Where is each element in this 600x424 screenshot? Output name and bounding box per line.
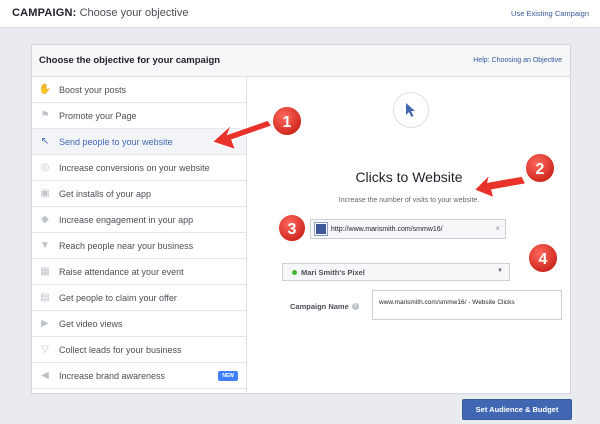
objective-item[interactable]: ▶ Get video views [32, 311, 246, 337]
objective-item[interactable]: ↖ Send people to your website [32, 129, 246, 155]
objective-item-label: Send people to your website [59, 136, 173, 147]
objective-item-label: Increase conversions on your website [59, 162, 210, 173]
page-title-text: Choose your objective [76, 7, 189, 19]
pixel-status-dot [292, 269, 297, 275]
page-title: CAMPAIGN: Choose your objective [12, 7, 188, 19]
objective-item-label: Raise attendance at your event [59, 266, 184, 277]
objective-item[interactable]: ◆ Increase engagement in your app [32, 207, 246, 233]
objective-item-label: Increase brand awareness [59, 370, 166, 381]
pixel-selected-value: Mari Smith's Pixel [301, 267, 365, 277]
objective-item[interactable]: ▽ Collect leads for your business [32, 337, 246, 363]
objective-item[interactable]: ◎ Increase conversions on your website [32, 155, 246, 181]
calendar-icon: ▦ [40, 266, 50, 277]
map-pin-icon: ▼ [40, 240, 50, 251]
objective-item[interactable]: ▼ Reach people near your business [32, 233, 246, 259]
objective-item-label: Get people to claim your offer [59, 292, 177, 303]
objective-item[interactable]: ▤ Get people to claim your offer [32, 285, 246, 311]
info-icon[interactable]: i [351, 303, 359, 310]
campaign-name-label-text: Campaign Name [290, 302, 349, 311]
objective-item-label: Boost your posts [59, 84, 127, 95]
video-camera-icon: ▶ [41, 318, 49, 329]
objective-item-label: Get video views [59, 318, 123, 329]
clear-url-icon[interactable]: × [495, 224, 500, 233]
site-thumbnail-icon [314, 222, 328, 236]
objective-title: Clicks to Website [355, 169, 463, 185]
objective-item[interactable]: ⚑ Promote your Page [32, 103, 246, 129]
use-existing-campaign-link[interactable]: Use Existing Campaign [511, 9, 589, 18]
thumbs-up-icon: ✋ [38, 84, 52, 95]
set-audience-budget-button[interactable]: Set Audience & Budget [462, 399, 572, 420]
objective-item-label: Increase engagement in your app [59, 214, 194, 225]
new-badge: NEW [218, 371, 238, 381]
panel-header: Choose the objective for your campaign H… [32, 45, 570, 77]
box-icon: ▣ [40, 188, 50, 199]
filter-funnel-icon: ▽ [41, 344, 49, 355]
objective-item-label: Promote your Page [59, 110, 137, 121]
objective-detail: Clicks to Website Increase the number of… [248, 77, 570, 393]
objective-list: ✋ Boost your posts ⚑ Promote your Page ↖ Send… [32, 77, 247, 393]
objective-item-label: Get installs of your app [59, 188, 152, 199]
objective-description: Increase the number of visits to your we… [338, 197, 480, 204]
objective-cursor-icon [393, 92, 429, 128]
megaphone-icon: ◀ [41, 370, 49, 381]
cursor-icon: ↖ [40, 136, 50, 147]
objective-item[interactable]: ▣ Get installs of your app [32, 181, 246, 207]
campaign-name-input[interactable]: www.marismith.com/smmw16/ - Website Clic… [372, 290, 562, 320]
page-title-prefix: CAMPAIGN: [12, 7, 77, 19]
pixel-dropdown[interactable]: Mari Smith's Pixel ▼ [282, 263, 510, 281]
flag-icon: ⚑ [40, 110, 50, 121]
objective-panel: Choose the objective for your campaign H… [31, 44, 571, 394]
objective-item[interactable]: ◀ Increase brand awareness NEW [32, 363, 246, 389]
website-url-value: http://www.marismith.com/smmw16/ [331, 225, 443, 233]
objective-item-label: Reach people near your business [59, 240, 194, 251]
globe-icon: ◎ [40, 162, 50, 173]
objective-item[interactable]: ✋ Boost your posts [32, 77, 246, 103]
objective-item[interactable]: ▦ Raise attendance at your event [32, 259, 246, 285]
campaign-name-label: Campaign Name i [290, 302, 359, 311]
website-url-field[interactable]: http://www.marismith.com/smmw16/ × [310, 219, 506, 239]
chevron-down-icon: ▼ [497, 268, 503, 274]
offer-tag-icon: ▤ [40, 292, 50, 303]
help-choosing-objective-link[interactable]: Help: Choosing an Objective [473, 57, 562, 64]
objective-item-label: Collect leads for your business [59, 344, 182, 355]
top-bar: CAMPAIGN: Choose your objective Use Exis… [0, 0, 600, 28]
panel-title: Choose the objective for your campaign [39, 55, 221, 66]
gamepad-icon: ◆ [41, 214, 49, 225]
